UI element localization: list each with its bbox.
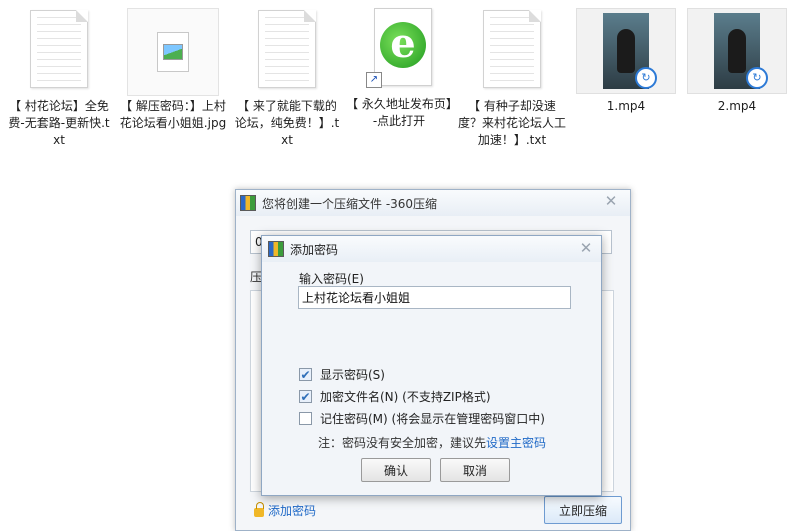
add-password-dialog: 添加密码 ✕ 输入密码(E) ✔ 显示密码(S) ✔ 加密文件名(N) (不支持…	[261, 235, 602, 496]
close-icon[interactable]: ✕	[577, 239, 595, 257]
dialog-title: 添加密码	[290, 242, 339, 257]
shortcut-arrow-icon: ↗	[366, 72, 382, 88]
internet-shortcut-icon: e ↗	[366, 8, 432, 88]
password-input[interactable]	[298, 286, 571, 309]
file-name: 【 有种子却没速度？来村花论坛人工加速！】.txt	[458, 99, 567, 147]
ok-button[interactable]: 确认	[361, 458, 431, 482]
text-document-icon	[30, 10, 88, 88]
dialog-titlebar: 添加密码	[262, 236, 601, 262]
refresh-badge-icon: ↻	[635, 67, 657, 89]
password-input-label: 输入密码(E)	[299, 272, 364, 286]
option-label: 加密文件名(N) (不支持ZIP格式)	[320, 390, 491, 404]
app-icon	[240, 195, 256, 211]
video-thumbnail-icon: ↻	[576, 8, 676, 94]
text-document-icon	[258, 10, 316, 88]
encrypt-filenames-option[interactable]: ✔ 加密文件名(N) (不支持ZIP格式)	[299, 388, 491, 405]
video-thumbnail-icon: ↻	[687, 8, 787, 94]
add-password-label: 添加密码	[268, 504, 317, 518]
option-label: 记住密码(M) (将会显示在管理密码窗口中)	[320, 412, 545, 426]
set-master-password-link[interactable]: 设置主密码	[486, 436, 546, 450]
file-item-jpg[interactable]: 【 解压密码：】上村花论坛看小姐姐.jpg	[119, 8, 227, 132]
checkbox-unchecked-icon[interactable]	[299, 412, 312, 425]
option-label: 显示密码(S)	[320, 368, 385, 382]
security-note: 注：密码没有安全加密，建议先设置主密码	[318, 434, 546, 451]
file-item-video-1[interactable]: ↻ 1.mp4	[572, 8, 680, 115]
checkbox-checked-icon[interactable]: ✔	[299, 390, 312, 403]
dialog-title: 您将创建一个压缩文件 -360压缩	[262, 196, 438, 211]
file-item-video-2[interactable]: ↻ 2.mp4	[683, 8, 791, 115]
compress-now-button[interactable]: 立即压缩	[544, 496, 622, 524]
lock-icon	[254, 502, 264, 517]
file-name: 【 来了就能下载的论坛，纯免费！】.txt	[234, 99, 340, 147]
show-password-option[interactable]: ✔ 显示密码(S)	[299, 366, 385, 383]
file-item-txt-1[interactable]: 【 村花论坛】全免费-无套路-更新快.txt	[5, 8, 113, 149]
file-item-txt-3[interactable]: 【 有种子却没速度？来村花论坛人工加速！】.txt	[458, 8, 566, 149]
refresh-badge-icon: ↻	[746, 67, 768, 89]
dialog-titlebar: 您将创建一个压缩文件 -360压缩	[236, 190, 630, 216]
add-password-link[interactable]: 添加密码	[254, 502, 316, 519]
file-item-shortcut[interactable]: e ↗ 【 永久地址发布页】-点此打开	[345, 8, 453, 130]
file-name: 【 解压密码：】上村花论坛看小姐姐.jpg	[119, 99, 227, 130]
app-icon	[268, 241, 284, 257]
file-name: 2.mp4	[717, 99, 757, 113]
note-text: 注：密码没有安全加密，建议先	[318, 436, 487, 450]
file-name: 1.mp4	[606, 99, 646, 113]
file-name: 【 永久地址发布页】-点此打开	[346, 97, 452, 128]
image-file-icon	[127, 8, 219, 96]
checkbox-checked-icon[interactable]: ✔	[299, 368, 312, 381]
close-icon[interactable]: ✕	[602, 192, 620, 210]
file-name: 【 村花论坛】全免费-无套路-更新快.txt	[8, 99, 110, 147]
remember-password-option[interactable]: 记住密码(M) (将会显示在管理密码窗口中)	[299, 410, 545, 427]
file-item-txt-2[interactable]: 【 来了就能下载的论坛，纯免费！】.txt	[233, 8, 341, 149]
cancel-button[interactable]: 取消	[440, 458, 510, 482]
text-document-icon	[483, 10, 541, 88]
